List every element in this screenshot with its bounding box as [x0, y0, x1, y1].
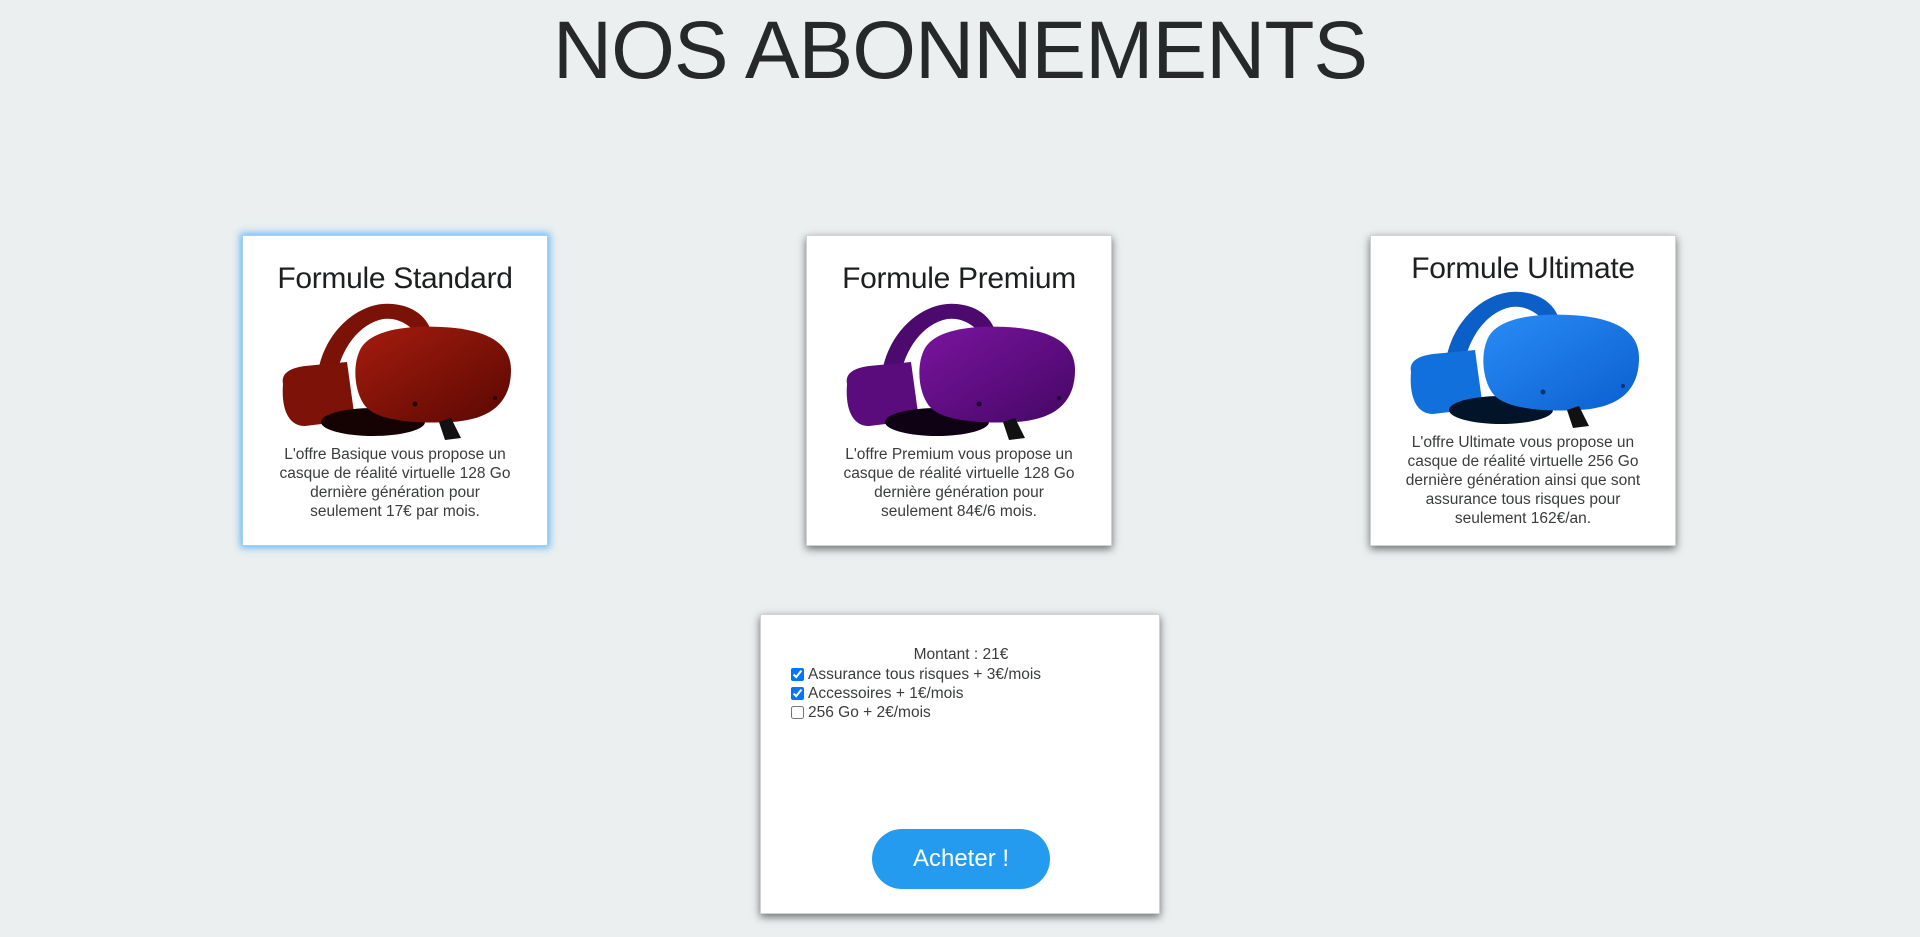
plan-title: Formule Premium: [842, 262, 1076, 295]
buy-button[interactable]: Acheter !: [872, 829, 1050, 889]
page-title: NOS ABONNEMENTS: [552, 5, 1368, 96]
plan-card-premium[interactable]: Formule Premium L'offre Premium vous pro…: [806, 235, 1112, 546]
option-label: 256 Go + 2€/mois: [808, 703, 931, 721]
option-insurance[interactable]: Assurance tous risques + 3€/mois: [791, 665, 1041, 684]
plan-description: L'offre Premium vous propose un casque d…: [843, 446, 1075, 520]
plan-description: L'offre Basique vous propose un casque d…: [279, 446, 511, 520]
vr-headset-icon: [282, 303, 511, 440]
accessories-checkbox[interactable]: [791, 687, 804, 700]
option-accessories[interactable]: Accessoires + 1€/mois: [791, 684, 1041, 703]
plan-card-standard[interactable]: Formule Standard L'offre Basique vous pr…: [242, 235, 548, 546]
vr-headset-icon: [846, 303, 1075, 440]
insurance-checkbox[interactable]: [791, 668, 804, 681]
storage-checkbox[interactable]: [791, 706, 804, 719]
amount-label: Montant : 21€: [913, 646, 1009, 663]
option-storage[interactable]: 256 Go + 2€/mois: [791, 703, 1041, 722]
plan-description: L'offre Ultimate vous propose un casque …: [1405, 434, 1641, 527]
option-label: Accessoires + 1€/mois: [808, 684, 964, 702]
purchase-panel: Montant : 21€ Assurance tous risques + 3…: [760, 614, 1160, 914]
plan-card-ultimate[interactable]: Formule Ultimate L'offre Ultimate vous p…: [1370, 235, 1676, 546]
option-label: Assurance tous risques + 3€/mois: [808, 665, 1042, 683]
plan-title: Formule Standard: [277, 262, 513, 295]
vr-headset-icon: [1410, 291, 1639, 428]
plan-title: Formule Ultimate: [1411, 252, 1635, 285]
options-list: Assurance tous risques + 3€/mois Accesso…: [791, 665, 1041, 722]
